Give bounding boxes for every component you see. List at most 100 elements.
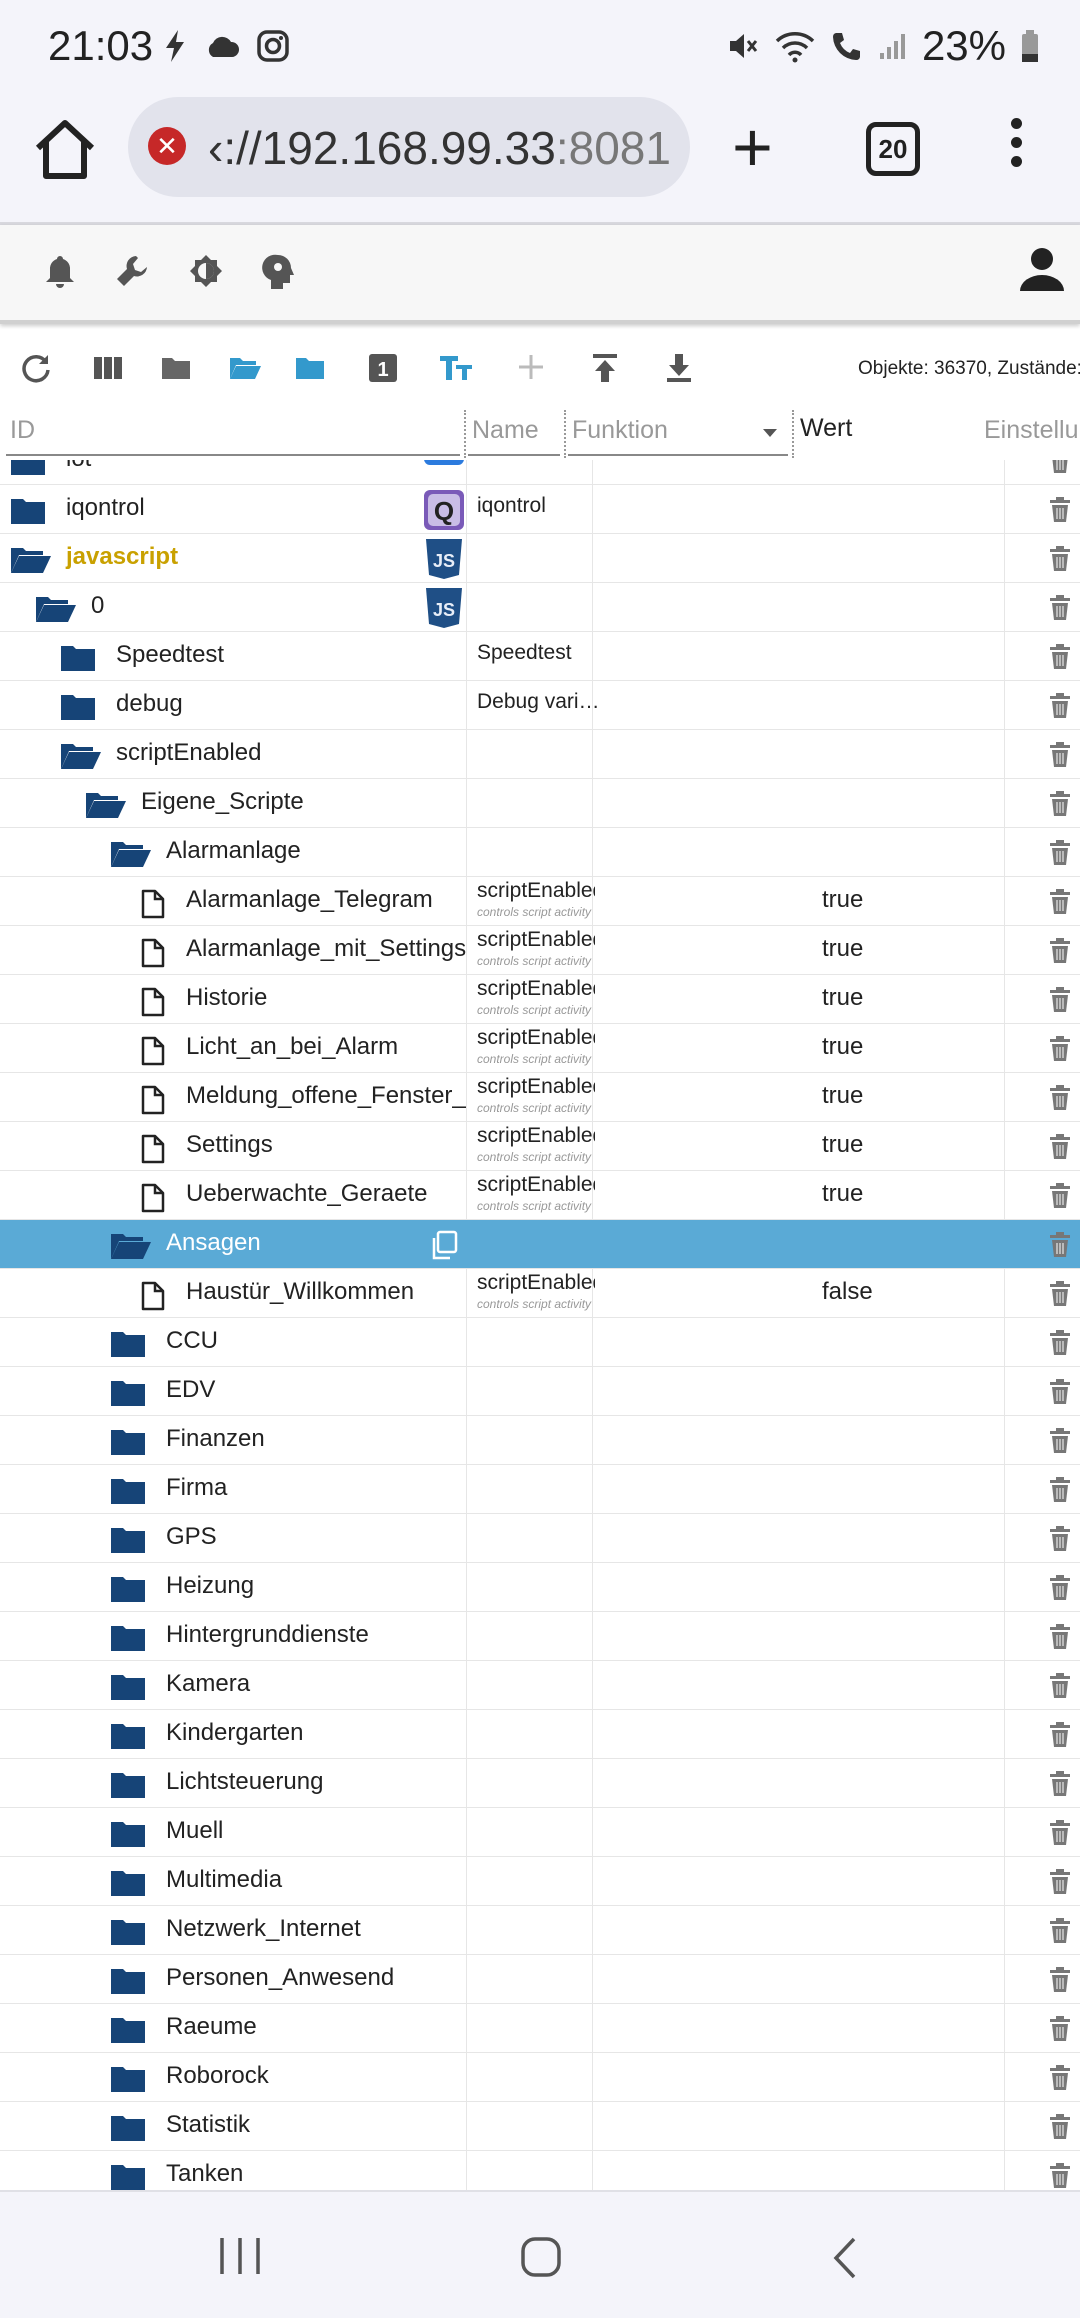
delete-icon[interactable]: [1049, 1379, 1071, 1410]
table-row[interactable]: Multimedia: [0, 1857, 1080, 1906]
delete-icon[interactable]: [1049, 1085, 1071, 1116]
folder-open-icon[interactable]: [60, 742, 102, 775]
table-row[interactable]: Historie scriptEnabled controls script act…: [0, 975, 1080, 1024]
table-row[interactable]: Speedtest Speedtest: [0, 632, 1080, 681]
delete-icon[interactable]: [1049, 1820, 1071, 1851]
delete-icon[interactable]: [1049, 1477, 1071, 1508]
folder-icon[interactable]: [110, 1771, 146, 1804]
table-row[interactable]: Alarmanlage: [0, 828, 1080, 877]
value-cell[interactable]: true: [822, 926, 1004, 974]
user-icon[interactable]: [1018, 245, 1066, 293]
table-row[interactable]: Netzwerk_Internet: [0, 1906, 1080, 1955]
new-tab-button[interactable]: +: [732, 112, 773, 182]
delete-icon[interactable]: [1049, 1771, 1071, 1802]
file-icon[interactable]: [140, 1036, 166, 1071]
bell-icon[interactable]: [44, 253, 76, 289]
table-row[interactable]: Alarmanlage_mit_Settings scriptEnabled con…: [0, 926, 1080, 975]
folder-icon[interactable]: [110, 1379, 146, 1412]
table-row[interactable]: Kamera: [0, 1661, 1080, 1710]
folder-icon[interactable]: [110, 2016, 146, 2049]
columns-icon[interactable]: [92, 352, 124, 384]
value-cell[interactable]: true: [822, 877, 1004, 925]
delete-icon[interactable]: [1049, 1526, 1071, 1557]
value-label[interactable]: true: [822, 1082, 863, 1110]
one-icon[interactable]: 1: [368, 352, 398, 384]
delete-icon[interactable]: [1049, 1575, 1071, 1606]
folder-icon[interactable]: [10, 460, 46, 481]
delete-icon[interactable]: [1049, 1134, 1071, 1165]
delete-icon[interactable]: [1049, 840, 1071, 871]
folder-open-icon[interactable]: [110, 840, 152, 873]
delete-icon[interactable]: [1049, 889, 1071, 920]
table-row[interactable]: iqontrol Qiqontrol: [0, 485, 1080, 534]
table-row[interactable]: Licht_an_bei_Alarm scriptEnabled controls …: [0, 1024, 1080, 1073]
text-size-icon[interactable]: [438, 352, 474, 384]
value-label[interactable]: true: [822, 984, 863, 1012]
folder-icon[interactable]: [110, 2163, 146, 2190]
file-icon[interactable]: [140, 1085, 166, 1120]
table-row[interactable]: javascript JS: [0, 534, 1080, 583]
file-icon[interactable]: [140, 1183, 166, 1218]
browser-menu-icon[interactable]: [1006, 118, 1026, 178]
delete-icon[interactable]: [1049, 987, 1071, 1018]
folder-icon[interactable]: [60, 644, 96, 677]
table-row[interactable]: Heizung: [0, 1563, 1080, 1612]
folder-icon[interactable]: [110, 1330, 146, 1363]
table-row[interactable]: CCU: [0, 1318, 1080, 1367]
table-row[interactable]: scriptEnabled: [0, 730, 1080, 779]
table-row[interactable]: Roborock: [0, 2053, 1080, 2102]
table-row[interactable]: debug Debug vari…: [0, 681, 1080, 730]
delete-icon[interactable]: [1049, 1036, 1071, 1067]
table-row[interactable]: Firma: [0, 1465, 1080, 1514]
delete-icon[interactable]: [1049, 1673, 1071, 1704]
value-cell[interactable]: false: [822, 1269, 1004, 1317]
wrench-icon[interactable]: [114, 253, 150, 289]
folder-icon[interactable]: [110, 1624, 146, 1657]
folder-closed-icon[interactable]: [294, 352, 326, 384]
table-row[interactable]: Tanken: [0, 2151, 1080, 2190]
delete-icon[interactable]: [1049, 1722, 1071, 1753]
upload-icon[interactable]: [590, 352, 620, 384]
add-icon[interactable]: [516, 352, 546, 382]
delete-icon[interactable]: [1049, 644, 1071, 675]
delete-icon[interactable]: [1049, 595, 1071, 626]
table-row[interactable]: Lichtsteuerung: [0, 1759, 1080, 1808]
folder-icon[interactable]: [110, 1575, 146, 1608]
table-row[interactable]: Settings scriptEnabled controls script act…: [0, 1122, 1080, 1171]
download-icon[interactable]: [664, 352, 694, 384]
folder-icon[interactable]: [110, 2065, 146, 2098]
table-row[interactable]: iot: [0, 460, 1080, 485]
value-cell[interactable]: true: [822, 1171, 1004, 1219]
brightness-icon[interactable]: [188, 253, 224, 289]
table-row[interactable]: GPS: [0, 1514, 1080, 1563]
home-icon[interactable]: [30, 114, 100, 184]
value-label[interactable]: true: [822, 1180, 863, 1208]
folder-icon[interactable]: [160, 352, 192, 384]
delete-icon[interactable]: [1049, 742, 1071, 773]
file-icon[interactable]: [140, 889, 166, 924]
delete-icon[interactable]: [1049, 1330, 1071, 1361]
delete-icon[interactable]: [1049, 460, 1071, 479]
delete-icon[interactable]: [1049, 497, 1071, 528]
table-row[interactable]: Ueberwachte_Geraete scriptEnabled controls…: [0, 1171, 1080, 1220]
delete-icon[interactable]: [1049, 938, 1071, 969]
folder-icon[interactable]: [110, 1477, 146, 1510]
not-secure-icon[interactable]: ✕: [148, 127, 186, 165]
back-icon[interactable]: [830, 2236, 860, 2280]
delete-icon[interactable]: [1049, 1967, 1071, 1998]
folder-icon[interactable]: [10, 497, 46, 530]
folder-icon[interactable]: [110, 1820, 146, 1853]
table-row[interactable]: Haustür_Willkommen scriptEnabled controls …: [0, 1269, 1080, 1318]
name-filter-input[interactable]: Name: [468, 410, 560, 456]
delete-icon[interactable]: [1049, 2163, 1071, 2190]
folder-icon[interactable]: [110, 1428, 146, 1461]
table-row[interactable]: Kindergarten: [0, 1710, 1080, 1759]
value-cell[interactable]: true: [822, 1024, 1004, 1072]
folder-icon[interactable]: [110, 1673, 146, 1706]
table-row[interactable]: EDV: [0, 1367, 1080, 1416]
value-label[interactable]: true: [822, 1131, 863, 1159]
function-filter-select[interactable]: Funktion: [568, 410, 788, 456]
table-row[interactable]: Hintergrunddienste: [0, 1612, 1080, 1661]
delete-icon[interactable]: [1049, 1624, 1071, 1655]
value-label[interactable]: false: [822, 1278, 873, 1306]
